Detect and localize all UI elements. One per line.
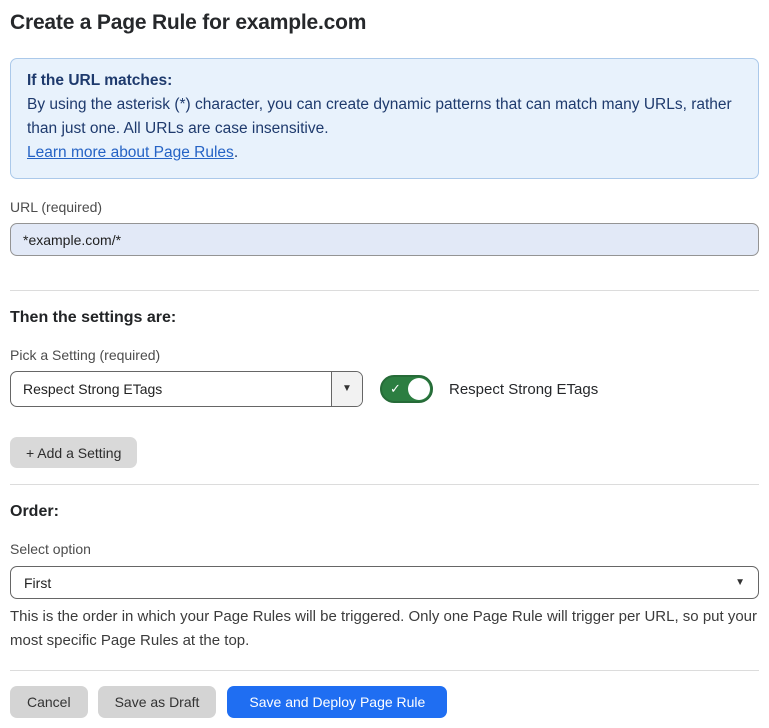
url-input[interactable] bbox=[10, 223, 759, 256]
order-heading: Order: bbox=[10, 503, 759, 521]
save-draft-button[interactable]: Save as Draft bbox=[98, 686, 217, 718]
toggle-knob bbox=[408, 378, 430, 400]
chevron-down-icon: ▼ bbox=[342, 384, 352, 394]
url-match-info-box: If the URL matches: By using the asteris… bbox=[10, 58, 759, 179]
pick-setting-label: Pick a Setting (required) bbox=[10, 347, 759, 363]
cancel-button[interactable]: Cancel bbox=[10, 686, 88, 718]
save-deploy-button[interactable]: Save and Deploy Page Rule bbox=[227, 686, 447, 718]
url-label: URL (required) bbox=[10, 199, 759, 215]
setting-dropdown-arrow-button[interactable]: ▼ bbox=[331, 372, 362, 406]
link-suffix: . bbox=[234, 144, 238, 161]
chevron-down-icon: ▼ bbox=[735, 578, 745, 588]
info-box-link-line: Learn more about Page Rules. bbox=[27, 141, 742, 165]
learn-more-link[interactable]: Learn more about Page Rules bbox=[27, 144, 234, 161]
section-divider bbox=[10, 290, 759, 291]
page-rule-form: Create a Page Rule for example.com If th… bbox=[0, 0, 769, 728]
order-select-label: Select option bbox=[10, 541, 759, 557]
setting-dropdown-value: Respect Strong ETags bbox=[11, 372, 331, 406]
info-box-body: By using the asterisk (*) character, you… bbox=[27, 93, 742, 141]
section-divider bbox=[10, 484, 759, 485]
etags-toggle[interactable]: ✓ bbox=[380, 375, 433, 403]
check-icon: ✓ bbox=[390, 381, 401, 397]
etags-toggle-label: Respect Strong ETags bbox=[449, 381, 598, 398]
page-title: Create a Page Rule for example.com bbox=[10, 10, 759, 36]
footer-actions: Cancel Save as Draft Save and Deploy Pag… bbox=[10, 686, 759, 718]
footer-divider bbox=[10, 670, 759, 671]
info-box-heading: If the URL matches: bbox=[27, 69, 742, 93]
order-help-text: This is the order in which your Page Rul… bbox=[10, 605, 759, 653]
add-setting-button[interactable]: + Add a Setting bbox=[10, 437, 137, 468]
settings-heading: Then the settings are: bbox=[10, 309, 759, 327]
setting-dropdown[interactable]: Respect Strong ETags ▼ bbox=[10, 371, 363, 407]
order-select-value: First bbox=[24, 575, 51, 591]
order-select[interactable]: First ▼ bbox=[10, 566, 759, 599]
settings-row: Respect Strong ETags ▼ ✓ Respect Strong … bbox=[10, 371, 759, 407]
